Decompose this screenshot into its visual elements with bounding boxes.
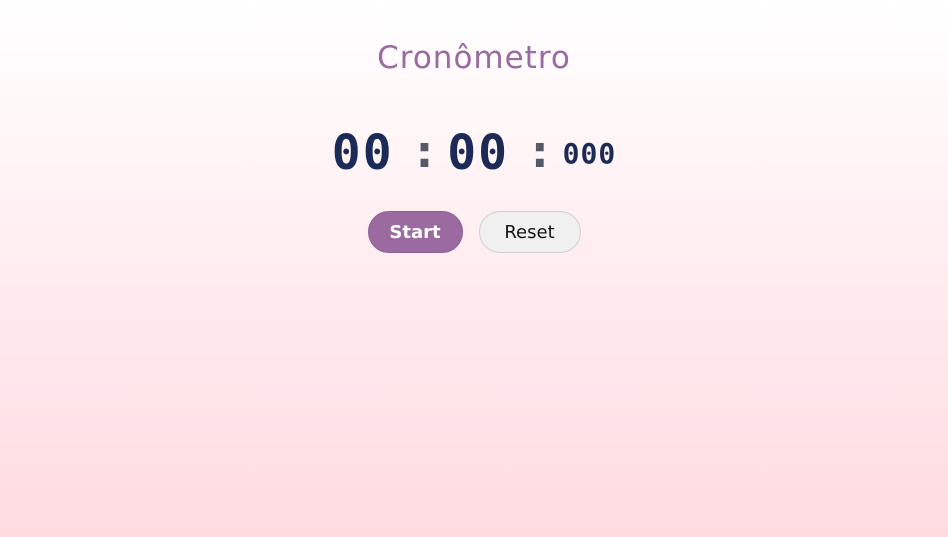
reset-button[interactable]: Reset	[478, 211, 581, 253]
controls: Start Reset	[0, 211, 948, 253]
minutes-display: 00	[331, 125, 394, 181]
page-title: Cronômetro	[377, 40, 571, 76]
milliseconds-display: 000	[562, 137, 617, 170]
separator: :	[531, 127, 549, 178]
seconds-display: 00	[447, 125, 509, 181]
stopwatch-display: 00 : 00 : 000	[0, 118, 948, 181]
separator: :	[415, 127, 434, 178]
start-button[interactable]: Start	[367, 211, 463, 253]
